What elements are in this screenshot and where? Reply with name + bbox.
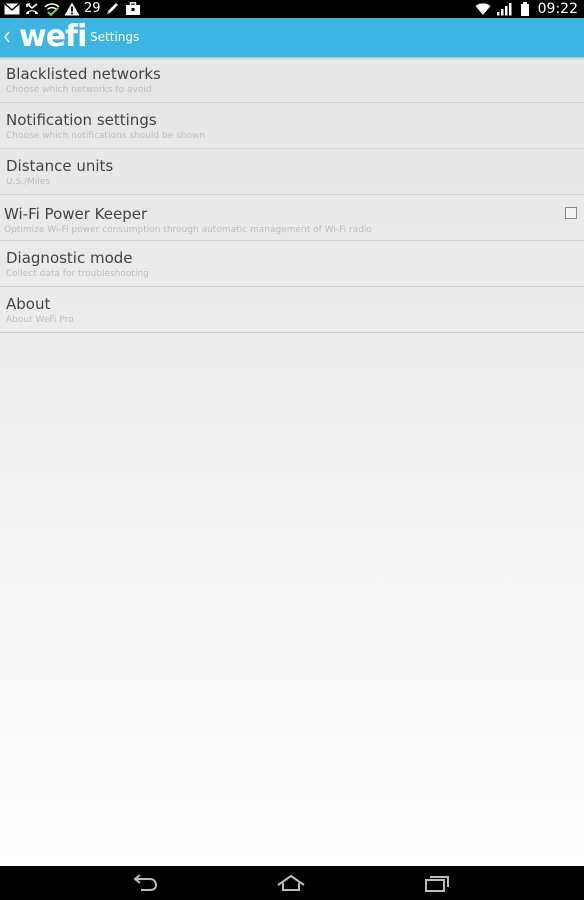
wifi-check-icon bbox=[44, 2, 60, 16]
settings-item-title: Blacklisted networks bbox=[6, 65, 161, 83]
settings-item-subtitle: Optimize Wi-Fi power consumption through… bbox=[4, 225, 372, 235]
settings-item-title: About bbox=[6, 295, 51, 313]
settings-item-blacklisted-networks[interactable]: Blacklisted networks Choose which networ… bbox=[0, 57, 584, 103]
status-bar: 29 09:22 bbox=[0, 0, 584, 18]
battery-icon bbox=[517, 2, 533, 16]
warning-icon bbox=[64, 2, 80, 16]
navigation-bar bbox=[0, 866, 584, 900]
status-bar-system: 09:22 bbox=[475, 0, 578, 18]
back-icon[interactable] bbox=[127, 871, 163, 895]
recent-apps-icon[interactable] bbox=[419, 871, 455, 895]
status-bar-notifications: 29 bbox=[4, 0, 141, 18]
notification-count: 29 bbox=[84, 1, 101, 16]
settings-item-notification-settings[interactable]: Notification settings Choose which notif… bbox=[0, 103, 584, 149]
up-navigation-icon[interactable] bbox=[2, 27, 12, 47]
settings-item-title: Notification settings bbox=[6, 111, 157, 129]
briefcase-icon bbox=[125, 2, 141, 16]
settings-item-subtitle: U.S./Miles bbox=[6, 177, 51, 187]
missed-call-icon bbox=[24, 2, 40, 16]
settings-item-diagnostic-mode[interactable]: Diagnostic mode Collect data for trouble… bbox=[0, 241, 584, 287]
cell-signal-icon bbox=[496, 2, 512, 16]
settings-item-subtitle: Choose which networks to avoid bbox=[6, 85, 152, 95]
status-bar-time: 09:22 bbox=[537, 1, 578, 17]
settings-item-subtitle: Collect data for troubleshooting bbox=[6, 269, 149, 279]
pencil-icon bbox=[105, 2, 121, 16]
settings-item-title: Distance units bbox=[6, 157, 114, 175]
settings-item-wifi-power-keeper[interactable]: Wi-Fi Power Keeper Optimize Wi-Fi power … bbox=[0, 195, 584, 241]
action-bar: wefi Settings bbox=[0, 18, 584, 57]
wifi-power-keeper-checkbox[interactable] bbox=[565, 207, 577, 219]
settings-item-title: Diagnostic mode bbox=[6, 249, 133, 267]
settings-item-subtitle: Choose which notifications should be sho… bbox=[6, 131, 206, 141]
settings-item-subtitle: About WeFi Pro bbox=[6, 315, 74, 325]
wifi-signal-icon bbox=[475, 2, 491, 16]
page-title: Settings bbox=[90, 30, 140, 44]
settings-item-title: Wi-Fi Power Keeper bbox=[4, 205, 148, 223]
settings-item-about[interactable]: About About WeFi Pro bbox=[0, 287, 584, 333]
app-logo[interactable]: wefi bbox=[19, 19, 87, 55]
mail-icon bbox=[4, 2, 20, 16]
settings-list: Blacklisted networks Choose which networ… bbox=[0, 57, 584, 333]
home-icon[interactable] bbox=[273, 871, 309, 895]
settings-item-distance-units[interactable]: Distance units U.S./Miles bbox=[0, 149, 584, 195]
